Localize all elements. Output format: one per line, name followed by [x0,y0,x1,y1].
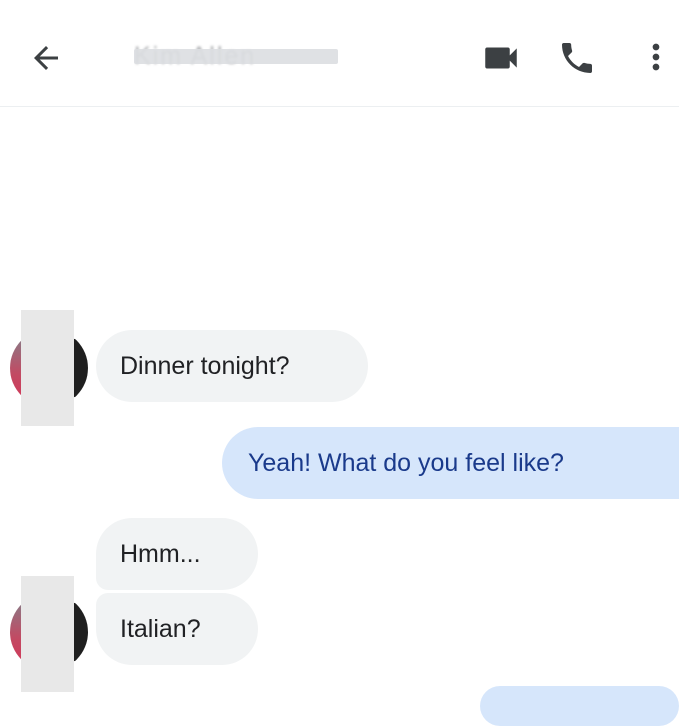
arrow-back-icon [34,46,58,70]
message-bubble-outgoing[interactable]: Yeah! What do you feel like? [222,427,679,499]
message-bubble-incoming[interactable]: Italian? [96,593,258,665]
more-vert-icon [652,43,660,71]
contact-avatar[interactable] [0,576,88,692]
back-button[interactable] [22,36,70,80]
message-text: Hmm... [120,540,201,568]
video-call-button[interactable] [476,38,526,78]
videocam-icon [485,47,517,69]
message-bubble-incoming[interactable]: Dinner tonight? [96,330,368,402]
more-options-button[interactable] [636,34,676,80]
app-bar: Kim Allen [0,0,679,107]
contact-avatar[interactable] [0,310,88,426]
message-text: Italian? [120,615,201,643]
name-redaction [134,49,338,64]
contact-name: Kim Allen [134,38,338,74]
message-bubble-outgoing-partial[interactable] [480,686,679,726]
avatar-redaction [21,310,74,426]
phone-icon [562,43,592,73]
message-text: Dinner tonight? [120,352,290,380]
avatar-redaction [21,576,74,692]
voice-call-button[interactable] [553,36,601,80]
message-text: Yeah! What do you feel like? [248,449,564,477]
message-bubble-incoming[interactable]: Hmm... [96,518,258,590]
